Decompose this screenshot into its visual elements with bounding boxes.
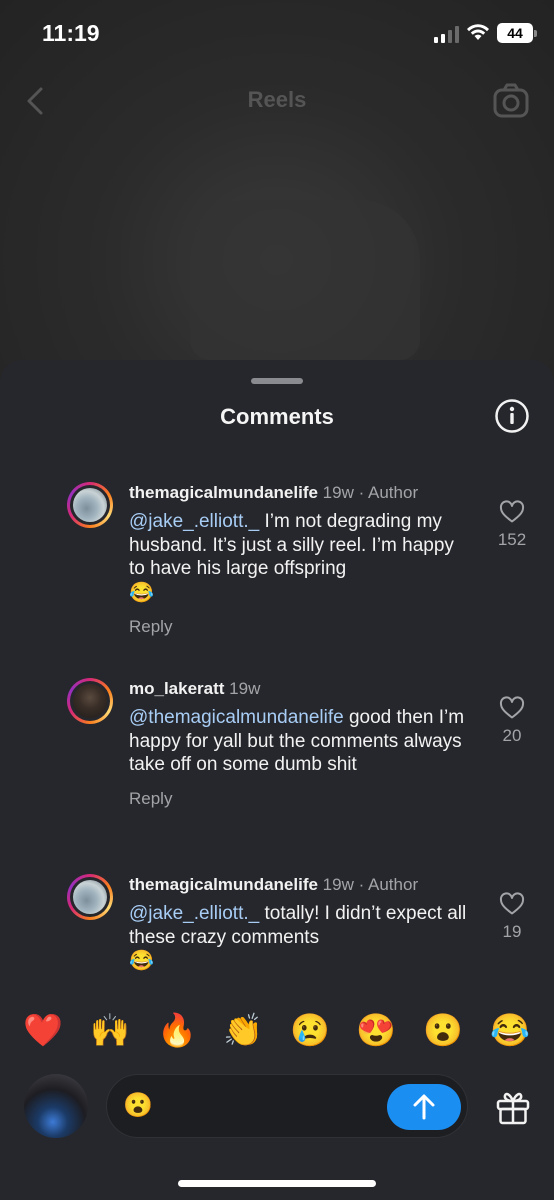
battery-cap [534,30,537,37]
comment-header: themagicalmundanelife 19w · Author [129,874,475,896]
emoji-fire-button[interactable]: 🔥 [155,1008,199,1052]
gift-icon[interactable] [494,1088,532,1126]
battery-level: 44 [507,25,523,41]
comment-text: @jake_.elliott._ totally! I didn’t expec… [129,902,475,974]
comment-text: @jake_.elliott._ I’m not degrading my hu… [129,510,475,605]
comment-emoji: 😂 [129,581,154,604]
sheet-grabber[interactable] [251,378,303,384]
camera-icon[interactable] [492,82,530,120]
reel-video-frame [190,200,420,360]
battery-indicator: 44 [497,23,537,43]
comment-body: themagicalmundanelife 19w · Author @jake… [129,482,475,637]
emoji-crying-button[interactable]: 😢 [288,1008,332,1052]
heart-icon[interactable] [499,892,525,916]
comment-emoji: 😂 [129,950,154,972]
emoji-heart-eyes-button[interactable]: 😍 [354,1008,398,1052]
status-time: 11:19 [42,20,100,46]
emoji-surprised-button[interactable]: 😮 [421,1008,465,1052]
wifi-icon [467,24,489,40]
comment-input-value[interactable]: 😮 [123,1091,153,1121]
send-button[interactable] [387,1084,461,1130]
emoji-raised-hands-button[interactable]: 🙌 [88,1008,132,1052]
comment-like[interactable]: 19 [493,892,531,942]
comment-meta: 19w · Author [317,875,419,894]
heart-icon[interactable] [499,500,525,524]
comment-body: mo_lakeratt 19w @themagicalmundanelife g… [129,678,475,809]
avatar[interactable] [24,1074,88,1138]
emoji-reaction-bar: ❤️ 🙌 🔥 👏 😢 😍 😮 😂 [0,1008,554,1052]
status-bar: 11:19 44 [0,0,554,66]
comment-username[interactable]: themagicalmundanelife [129,483,318,502]
comment-meta: 19w · Author [317,483,419,502]
like-count: 20 [502,726,522,745]
avatar-photo [73,488,107,522]
comment-body: themagicalmundanelife 19w · Author @jake… [129,874,475,974]
comment-username[interactable]: mo_lakeratt [129,679,224,698]
emoji-laughing-button[interactable]: 😂 [488,1008,532,1052]
like-count: 152 [497,530,527,549]
reply-button[interactable]: Reply [129,789,475,809]
home-indicator[interactable] [178,1180,376,1187]
top-nav: Reels [0,78,554,124]
comment-like[interactable]: 152 [493,500,531,550]
avatar[interactable] [67,482,113,528]
cellular-signal-icon [434,25,462,43]
comment-username[interactable]: themagicalmundanelife [129,875,318,894]
comment-meta: 19w [224,679,261,698]
page-title: Reels [247,87,307,112]
emoji-heart-button[interactable]: ❤️ [21,1008,65,1052]
sheet-title: Comments [220,404,334,429]
comment-header: themagicalmundanelife 19w · Author [129,482,475,504]
avatar-photo [73,684,107,718]
arrow-up-icon [413,1094,435,1120]
emoji-clap-button[interactable]: 👏 [221,1008,265,1052]
info-icon[interactable] [494,398,530,434]
like-count: 19 [502,922,522,941]
comment-mention[interactable]: @themagicalmundanelife [129,707,344,728]
heart-icon[interactable] [499,696,525,720]
avatar[interactable] [67,678,113,724]
comment-input[interactable]: 😮 [106,1074,468,1138]
avatar-photo [73,880,107,914]
comment-like[interactable]: 20 [493,696,531,746]
comment-mention[interactable]: @jake_.elliott._ [129,511,259,532]
comment-text: @themagicalmundanelife good then I’m hap… [129,706,475,777]
comment-mention[interactable]: @jake_.elliott._ [129,903,259,924]
reply-button[interactable]: Reply [129,617,475,637]
avatar[interactable] [67,874,113,920]
comment-composer: 😮 [0,1068,554,1148]
comment-header: mo_lakeratt 19w [129,678,475,700]
